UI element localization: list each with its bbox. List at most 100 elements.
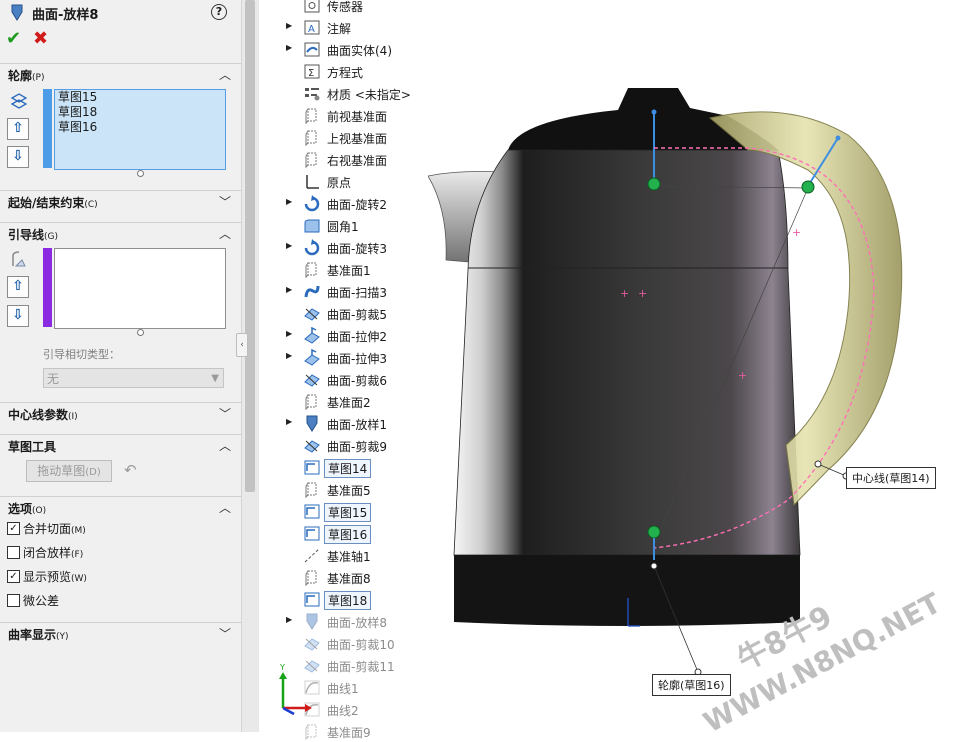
tree-item[interactable]: 草图16 <box>258 523 428 544</box>
annotation-icon: A <box>304 20 320 35</box>
chevron-down-icon[interactable]: ﹀ <box>219 625 231 642</box>
tree-item[interactable]: 右视基准面 <box>258 149 428 170</box>
move-down-button[interactable]: ⇩ <box>7 305 29 327</box>
tree-item[interactable]: 曲面-剪裁5 <box>258 303 428 324</box>
tree-item[interactable]: 曲面-剪裁10 <box>258 633 428 654</box>
guide-section-header[interactable]: 引导线(G) ︿ <box>0 222 241 245</box>
scrollbar-thumb[interactable] <box>245 0 255 492</box>
profile-list[interactable]: 草图15 草图18 草图16 <box>54 89 226 170</box>
tree-item[interactable]: 基准面2 <box>258 391 428 412</box>
svg-text:+: + <box>738 369 747 382</box>
expand-arrow-icon[interactable]: ▶ <box>286 197 292 206</box>
list-item[interactable]: 草图18 <box>55 105 225 120</box>
help-icon[interactable]: ? <box>211 4 227 20</box>
move-down-button[interactable]: ⇩ <box>7 146 29 168</box>
tree-item[interactable]: ▶ 曲面-拉伸2 <box>258 325 428 346</box>
expand-arrow-icon[interactable]: ▶ <box>286 21 292 30</box>
tree-item-label: 曲面实体(4) <box>327 44 392 58</box>
guide-list[interactable] <box>54 248 226 329</box>
chevron-down-icon[interactable]: ﹀ <box>219 193 231 210</box>
tree-item[interactable]: ▶ 曲面-旋转2 <box>258 193 428 214</box>
resize-handle[interactable] <box>137 170 144 177</box>
tree-item[interactable]: 草图14 <box>258 457 428 478</box>
tree-item-label: 基准面8 <box>327 572 371 586</box>
tree-item[interactable]: ▶ 曲面-放样1 <box>258 413 428 434</box>
tree-item[interactable]: 曲面-剪裁9 <box>258 435 428 456</box>
tree-item[interactable]: 基准面5 <box>258 479 428 500</box>
collapse-panel-handle[interactable]: ‹ <box>236 333 248 357</box>
chevron-down-icon[interactable]: ﹀ <box>219 405 231 422</box>
property-manager: 曲面-放样8 ? ✔ ✖ 轮廓(P) ︿ 草图15 草图18 草图16 ⇧ ⇩ … <box>0 0 242 732</box>
move-up-button[interactable]: ⇧ <box>7 118 29 140</box>
point-handle[interactable] <box>647 177 661 191</box>
tree-item-label: 曲面-放样1 <box>327 418 387 432</box>
options-section-header[interactable]: 选项(O) ︿ <box>0 496 241 519</box>
micro-tolerance-checkbox[interactable] <box>7 594 20 607</box>
start-end-section-header[interactable]: 起始/结束约束(C) ﹀ <box>0 190 241 213</box>
sketch-tools-section-header[interactable]: 草图工具 ︿ <box>0 434 241 457</box>
show-preview-checkbox[interactable]: ✓ <box>7 570 20 583</box>
tree-item[interactable]: 原点 <box>258 171 428 192</box>
list-item[interactable]: 草图16 <box>55 120 225 135</box>
extrude-surface-icon <box>304 327 320 344</box>
merge-tangent-checkbox[interactable]: ✓ <box>7 522 20 535</box>
close-loft-checkbox[interactable] <box>7 546 20 559</box>
tree-item[interactable]: 圆角1 <box>258 215 428 236</box>
expand-arrow-icon[interactable]: ▶ <box>286 351 292 360</box>
profile-icon <box>10 93 28 109</box>
tree-item-label: 草图15 <box>324 503 372 522</box>
list-item[interactable]: 草图15 <box>55 90 225 105</box>
tree-item[interactable]: 上视基准面 <box>258 127 428 148</box>
chevron-up-icon[interactable]: ︿ <box>219 66 231 83</box>
point-handle[interactable] <box>647 525 661 539</box>
profile-callout[interactable]: 轮廓(草图16) <box>652 674 731 696</box>
tree-item[interactable]: 前视基准面 <box>258 105 428 126</box>
point-handle[interactable] <box>801 180 815 194</box>
centerline-callout[interactable]: 中心线(草图14) <box>846 467 936 489</box>
tangent-type-select[interactable]: 无 ▼ <box>43 368 224 388</box>
pm-scrollbar[interactable]: ‹ <box>236 0 259 732</box>
sweep-surface-icon <box>304 285 320 298</box>
tree-item[interactable]: ▶ 曲面实体(4) <box>258 39 428 60</box>
expand-arrow-icon[interactable]: ▶ <box>286 615 292 624</box>
tree-item[interactable]: ▶ 曲面-放样8 <box>258 611 428 632</box>
expand-arrow-icon[interactable]: ▶ <box>286 285 292 294</box>
tree-item[interactable]: ▶ A 注解 <box>258 17 428 38</box>
chevron-up-icon[interactable]: ︿ <box>219 499 231 516</box>
tree-item[interactable]: ▶ 曲面-拉伸3 <box>258 347 428 368</box>
tree-item[interactable]: 草图18 <box>258 589 428 610</box>
profile-section-header[interactable]: 轮廓(P) ︿ <box>0 63 241 86</box>
expand-arrow-icon[interactable]: ▶ <box>286 417 292 426</box>
tree-item-label: 基准面9 <box>327 726 371 740</box>
pm-title-row: 曲面-放样8 ? <box>0 0 241 26</box>
tree-item[interactable]: ▶ 曲面-旋转3 <box>258 237 428 258</box>
tree-item-label: 注解 <box>327 22 352 36</box>
undo-icon[interactable]: ↶ <box>124 461 137 479</box>
tree-item-label: 前视基准面 <box>327 110 388 124</box>
ok-button[interactable]: ✔ <box>6 28 21 49</box>
expand-arrow-icon[interactable]: ▶ <box>286 43 292 52</box>
chevron-up-icon[interactable]: ︿ <box>219 225 231 242</box>
tree-item[interactable]: 材质 <未指定> <box>258 83 428 104</box>
tree-item[interactable]: 曲面-剪裁6 <box>258 369 428 390</box>
tree-item[interactable]: 草图15 <box>258 501 428 522</box>
callout-anchor <box>650 562 658 570</box>
tree-item[interactable]: 基准面8 <box>258 567 428 588</box>
curvature-section-header[interactable]: 曲率显示(Y) ﹀ <box>0 622 241 645</box>
chevron-up-icon[interactable]: ︿ <box>219 437 231 454</box>
resize-handle[interactable] <box>137 329 144 336</box>
expand-arrow-icon[interactable]: ▶ <box>286 241 292 250</box>
tangent-type-label: 引导相切类型： <box>43 348 120 361</box>
cancel-button[interactable]: ✖ <box>33 28 48 49</box>
loft-surface-icon <box>306 415 318 432</box>
centerline-section-header[interactable]: 中心线参数(I) ﹀ <box>0 402 241 425</box>
move-up-button[interactable]: ⇧ <box>7 276 29 298</box>
tree-item[interactable]: Σ 方程式 <box>258 61 428 82</box>
tree-item[interactable]: 基准面1 <box>258 259 428 280</box>
expand-arrow-icon[interactable]: ▶ <box>286 329 292 338</box>
drag-sketch-button[interactable]: 拖动草图(D) <box>26 460 112 482</box>
tree-item[interactable]: 传感器 <box>258 0 428 16</box>
graphics-viewport[interactable]: + + + + 中心线(草图14) 轮廓(草图16) 牛8牛9 WWW.N8NQ.NE… <box>277 0 963 739</box>
tree-item[interactable]: ▶ 曲面-扫描3 <box>258 281 428 302</box>
tree-item[interactable]: 基准轴1 <box>258 545 428 566</box>
